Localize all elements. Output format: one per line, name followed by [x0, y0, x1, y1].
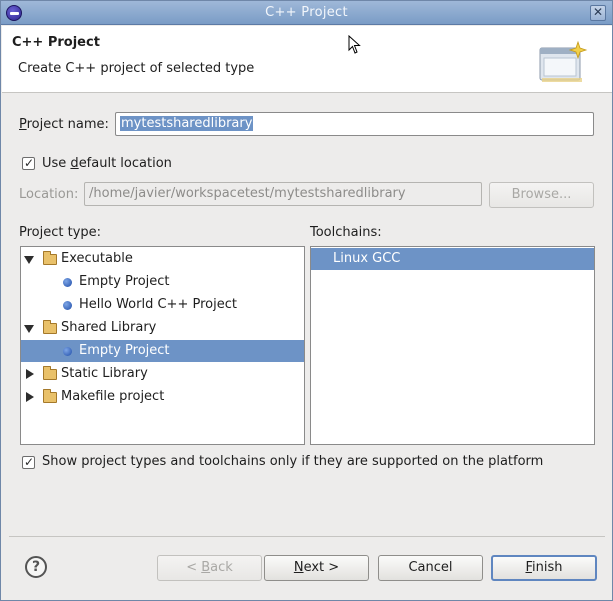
expanded-arrow-icon[interactable]: [24, 256, 34, 264]
mouse-cursor-icon: [348, 35, 361, 54]
location-input[interactable]: /home/javier/workspacetest/mytestsharedl…: [84, 182, 482, 206]
project-name-label: Project name:: [19, 117, 109, 132]
project-type-label: Project type:: [19, 225, 102, 240]
cancel-button[interactable]: Cancel: [378, 555, 483, 581]
project-name-value: mytestsharedlibrary: [120, 116, 254, 131]
tree-item-shared-library[interactable]: Shared Library: [21, 317, 304, 339]
show-supported-only-checkbox[interactable]: ✓: [22, 455, 35, 469]
project-type-tree[interactable]: Executable Empty Project Hello World C++…: [20, 246, 305, 445]
use-default-location-label[interactable]: Use default location: [42, 156, 172, 171]
finish-button[interactable]: Finish: [491, 555, 597, 581]
help-icon[interactable]: ?: [25, 556, 47, 578]
wizard-description: Create C++ project of selected type: [18, 61, 255, 76]
tree-item-executable-empty-project[interactable]: Empty Project: [21, 271, 304, 293]
location-label: Location:: [19, 187, 79, 202]
window-title: C++ Project: [265, 5, 348, 20]
back-button[interactable]: < Back: [157, 555, 262, 581]
project-name-input[interactable]: mytestsharedlibrary: [115, 112, 594, 136]
expanded-arrow-icon[interactable]: [24, 325, 34, 333]
folder-icon: [43, 366, 57, 380]
use-default-location-checkbox[interactable]: ✓: [22, 156, 35, 170]
checkmark-icon: ✓: [24, 455, 35, 469]
project-template-icon: [63, 347, 72, 356]
wizard-header: C++ Project Create C++ project of select…: [2, 26, 612, 93]
browse-button[interactable]: Browse...: [489, 182, 594, 208]
tree-item-hello-world[interactable]: Hello World C++ Project: [21, 294, 304, 316]
tree-item-executable[interactable]: Executable: [21, 248, 304, 270]
button-bar-separator: [9, 536, 605, 537]
folder-icon: [43, 320, 57, 334]
next-button[interactable]: Next >: [264, 555, 369, 581]
collapsed-arrow-icon[interactable]: [26, 369, 34, 379]
folder-icon: [43, 389, 57, 403]
wizard-title: C++ Project: [12, 35, 100, 50]
toolchains-list[interactable]: Linux GCC: [310, 246, 595, 445]
collapsed-arrow-icon[interactable]: [26, 392, 34, 402]
checkmark-icon: ✓: [24, 156, 35, 170]
tree-item-makefile-project[interactable]: Makefile project: [21, 386, 304, 408]
new-project-wizard-icon: [539, 40, 588, 82]
cpp-project-dialog: C++ Project ✕ C++ Project Create C++ pro…: [0, 0, 613, 601]
toolchains-label: Toolchains:: [310, 225, 382, 240]
show-supported-only-label[interactable]: Show project types and toolchains only i…: [42, 454, 543, 469]
tree-item-static-library[interactable]: Static Library: [21, 363, 304, 385]
title-bar[interactable]: C++ Project ✕: [1, 1, 612, 25]
close-button[interactable]: ✕: [590, 5, 606, 21]
toolchain-item-linux-gcc[interactable]: Linux GCC: [311, 248, 594, 270]
folder-icon: [43, 251, 57, 265]
tree-item-shared-empty-project[interactable]: Empty Project: [21, 340, 304, 362]
project-template-icon: [63, 301, 72, 310]
project-template-icon: [63, 278, 72, 287]
